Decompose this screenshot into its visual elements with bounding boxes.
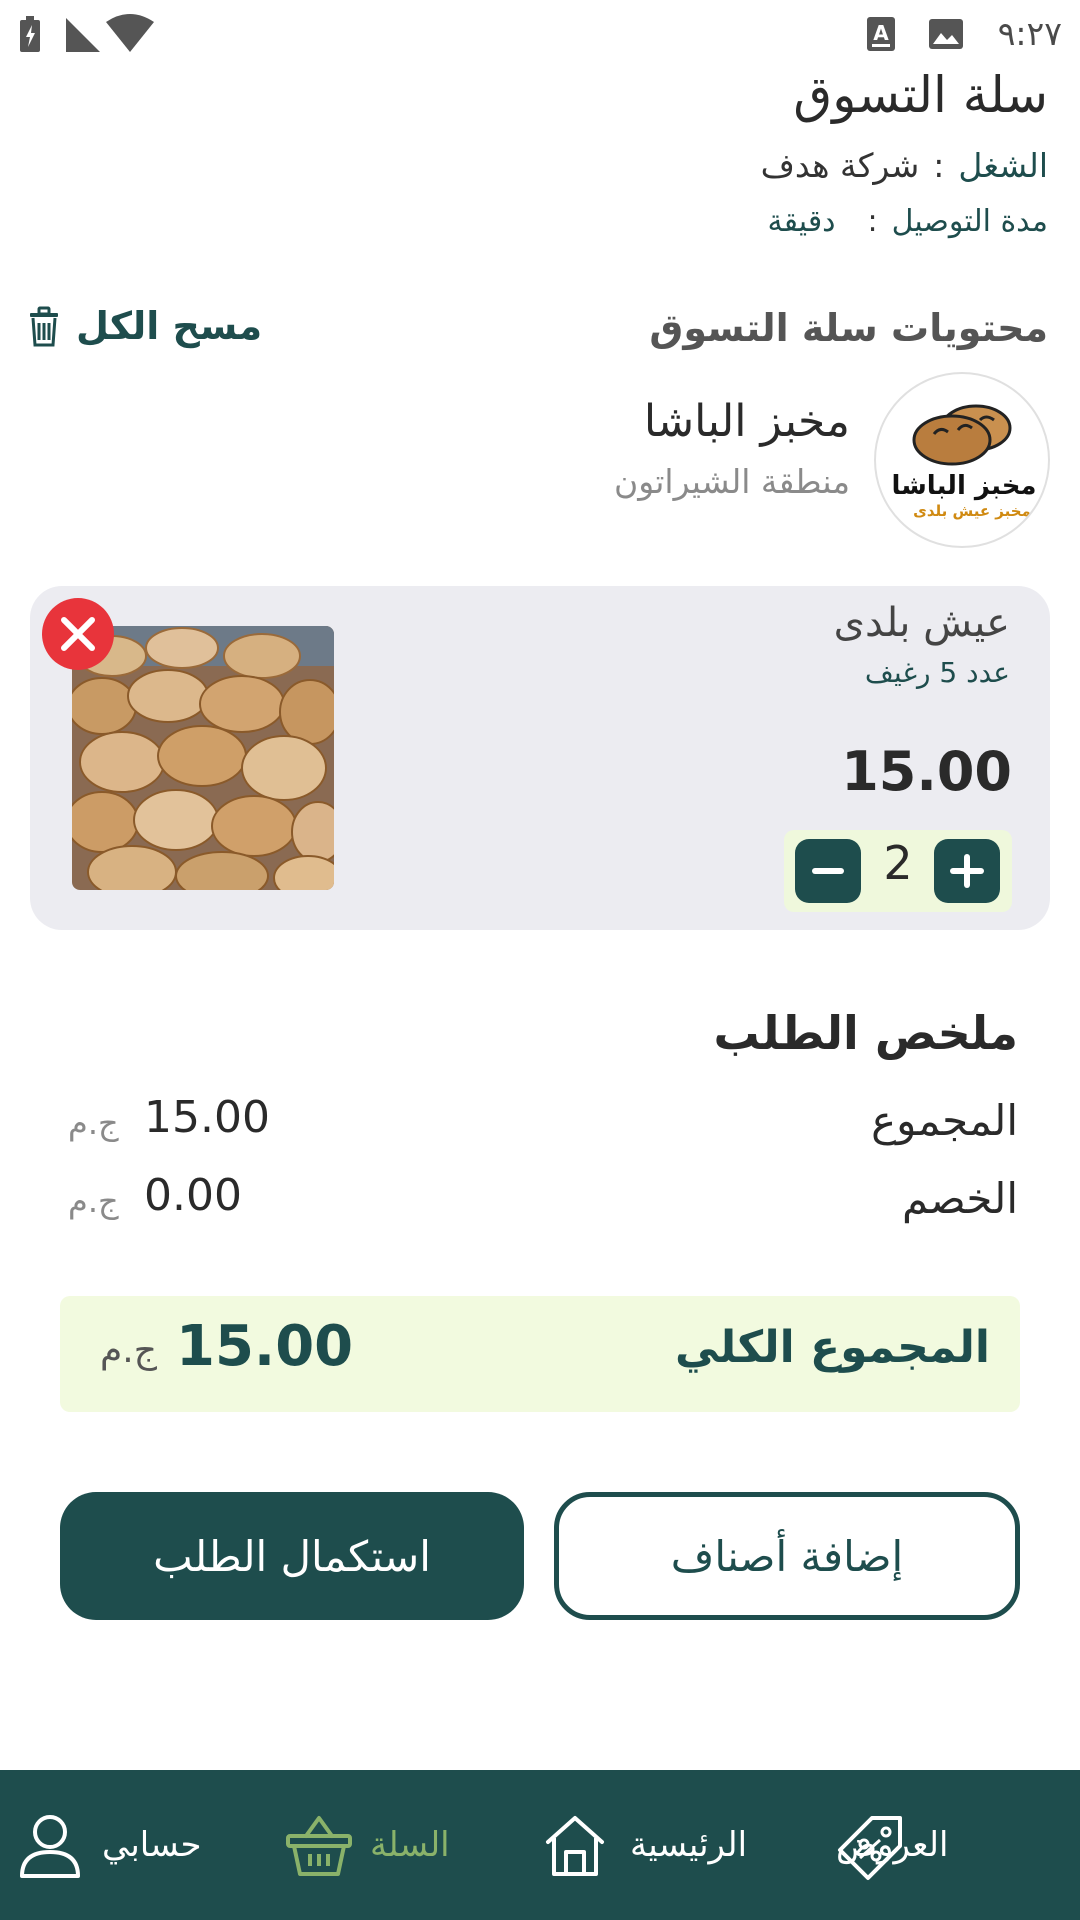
signal-icon [66,18,100,52]
work-colon: : [933,146,945,185]
total-amount: 15.00 [176,1314,354,1379]
bottom-nav: العروض الرئيسية السلة حسابي [0,1770,1080,1920]
add-items-button[interactable]: إضافة أصناف [554,1492,1020,1620]
checkout-button[interactable]: استكمال الطلب [60,1492,524,1620]
bread-logo-icon: مخبز الباشا مخبز عيش بلدى [891,404,1037,520]
checkout-label: استكمال الطلب [153,1531,431,1581]
decrease-quantity-button[interactable] [795,839,861,903]
home-icon [546,1816,604,1876]
svg-text:A: A [873,21,889,45]
work-label: الشغل [958,146,1048,185]
nav-label-cart: السلة [370,1825,450,1865]
nav-item-cart[interactable]: السلة [370,1770,450,1920]
offers-tag-icon [838,1816,902,1880]
total-currency: ج.م [100,1330,157,1371]
logo-subtitle: مخبز عيش بلدى [913,502,1031,520]
remove-item-button[interactable] [42,598,114,670]
nav-label-home: الرئيسية [630,1825,748,1865]
status-bar: A ٩:٢٧ [0,0,1080,70]
delivery-value: دقيقة [767,204,836,239]
item-price: 15.00 [841,740,1012,803]
nav-item-home[interactable]: الرئيسية [630,1770,747,1920]
quantity-stepper: 2 [784,830,1012,912]
cart-contents-title: محتويات سلة التسوق [649,306,1048,350]
store-area: منطقة الشيراتون [613,462,850,501]
discount-amount: 0.00 [144,1170,242,1221]
discount-currency: ج.م [68,1182,119,1220]
work-value: شركة هدف [760,146,920,185]
item-description: عدد 5 رغيف [864,656,1010,689]
increase-quantity-button[interactable] [934,839,1000,903]
nav-label-account: حسابي [102,1825,202,1865]
basket-icon [286,1816,352,1876]
plus-icon [950,854,984,888]
logo-title: مخبز الباشا [891,471,1036,501]
store-name: مخبز الباشا [643,396,850,447]
clear-all-label: مسح الكل [76,304,263,348]
subtotal-label: المجموع [871,1096,1018,1145]
trash-icon [30,306,58,347]
image-icon [929,19,963,49]
nav-item-account[interactable]: حسابي [102,1770,202,1920]
wifi-icon [106,14,154,52]
work-row: الشغل : شركة هدف [761,146,1048,185]
status-time: ٩:٢٧ [997,14,1062,53]
subtotal-currency: ج.م [68,1104,119,1142]
keyboard-a-icon: A [867,17,895,51]
close-icon [61,617,95,651]
subtotal-amount: 15.00 [144,1092,270,1143]
quantity-value: 2 [883,836,913,890]
page-title: سلة التسوق [793,66,1048,124]
total-label: المجموع الكلي [675,1322,990,1373]
user-icon [20,1815,80,1878]
battery-icon [20,16,40,52]
store-logo: مخبز الباشا مخبز عيش بلدى [874,372,1050,548]
discount-label: الخصم [902,1174,1018,1223]
clear-all-button[interactable]: مسح الكل [26,304,262,348]
item-name: عيش بلدى [833,600,1010,646]
add-items-label: إضافة أصناف [670,1531,904,1581]
minus-icon [812,868,844,874]
delivery-label: مدة التوصيل [891,204,1048,239]
delivery-colon: : [867,204,878,239]
delivery-row: مدة التوصيل : دقيقة [768,204,1048,239]
summary-title: ملخص الطلب [713,1006,1018,1060]
